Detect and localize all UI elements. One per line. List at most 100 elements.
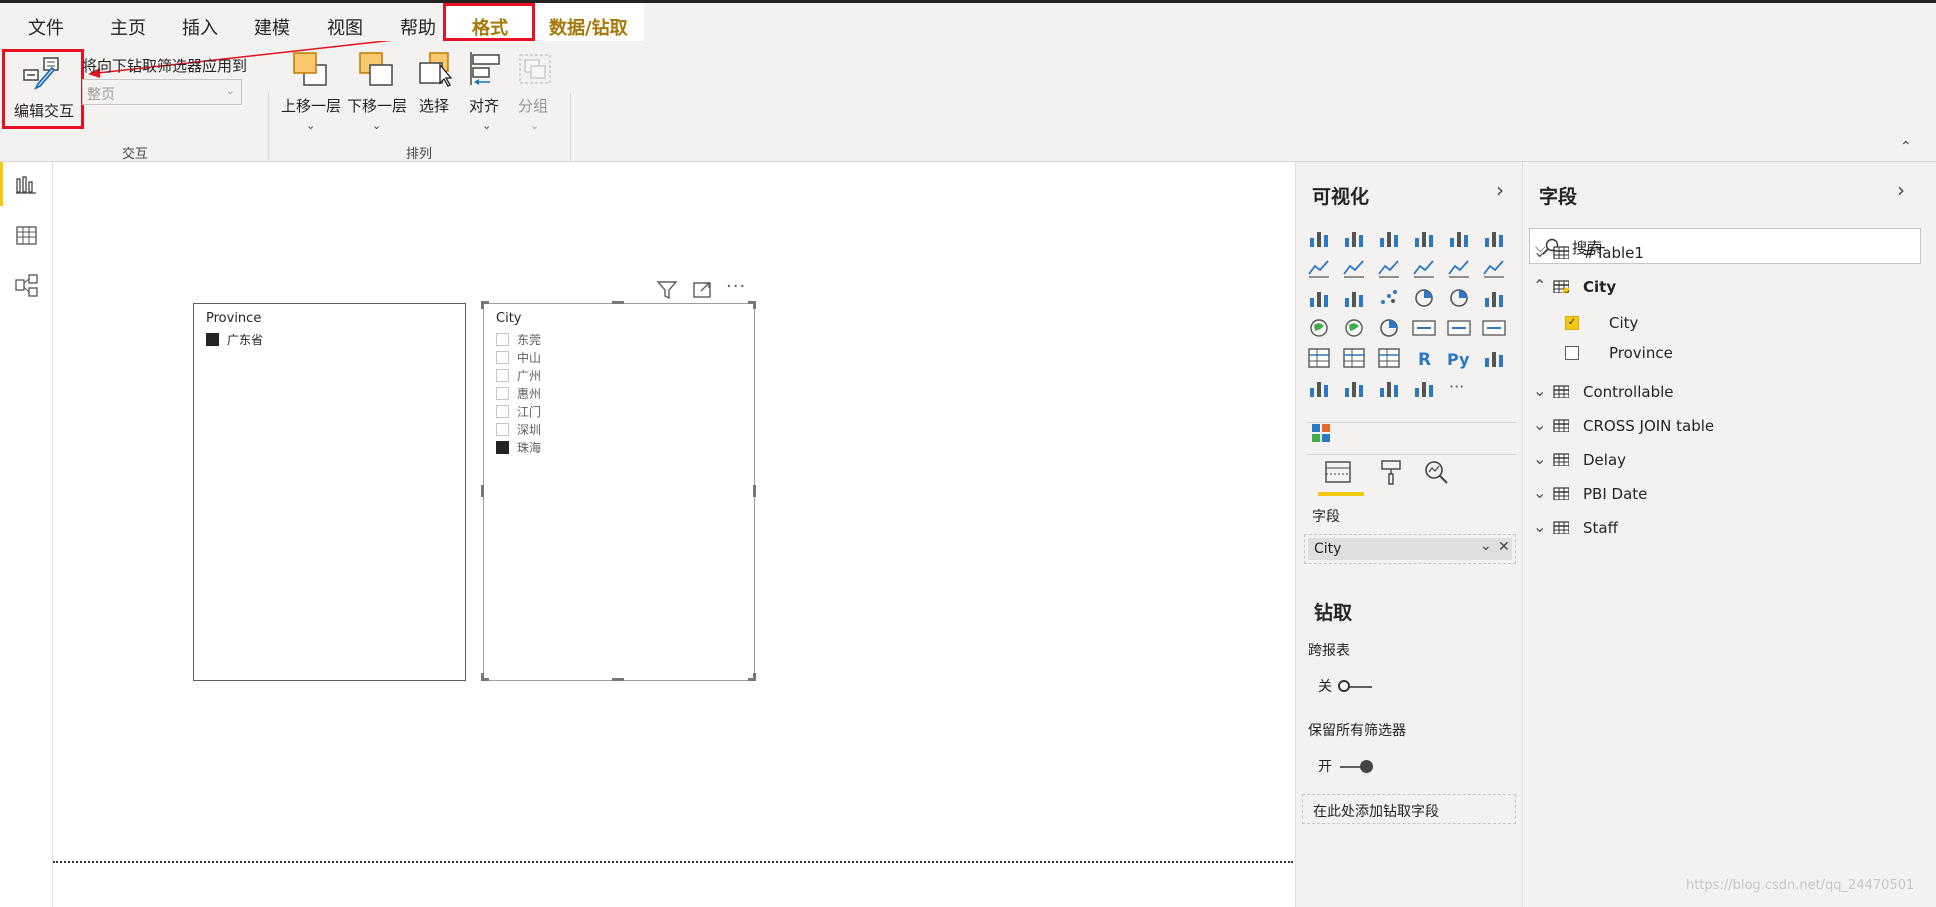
line-column-icon[interactable]	[1411, 256, 1437, 280]
field-item[interactable]: ✓ City	[1523, 312, 1933, 336]
resize-handle[interactable]	[612, 301, 624, 304]
gauge-icon[interactable]	[1376, 316, 1402, 340]
line-chart-icon[interactable]	[1306, 256, 1332, 280]
resize-handle[interactable]	[753, 485, 756, 497]
python-visual-icon[interactable]: Py	[1446, 346, 1472, 370]
keep-filters-toggle[interactable]	[1338, 760, 1374, 774]
slicer-item[interactable]: 珠海	[496, 439, 541, 456]
decomposition-tree-icon[interactable]	[1306, 376, 1332, 400]
slicer-item[interactable]: 深圳	[496, 421, 541, 438]
cross-report-toggle[interactable]	[1338, 680, 1374, 694]
slicer-item[interactable]: 广东省	[206, 331, 263, 348]
chevron-down-icon[interactable]: ⌄	[1533, 517, 1546, 536]
100-bar-icon[interactable]	[1446, 226, 1472, 250]
analytics-magnifier-icon[interactable]	[1422, 458, 1450, 486]
card-icon[interactable]	[1411, 316, 1437, 340]
qa-icon[interactable]	[1341, 376, 1367, 400]
chevron-right-icon[interactable]: ›	[1496, 178, 1504, 202]
format-paint-roller-icon[interactable]	[1378, 458, 1404, 486]
more-options-icon[interactable]: ···	[726, 276, 746, 297]
pie-icon[interactable]	[1411, 286, 1437, 310]
checkbox[interactable]	[1565, 346, 1579, 360]
checkbox[interactable]	[496, 333, 509, 346]
slicer-item[interactable]: 惠州	[496, 385, 541, 402]
model-view-icon[interactable]	[15, 274, 39, 298]
province-slicer[interactable]: Province 广东省	[193, 303, 466, 681]
checkbox[interactable]	[496, 387, 509, 400]
apply-drill-dropdown[interactable]: 整页 ⌄	[82, 79, 242, 105]
stacked-column-icon[interactable]	[1341, 226, 1367, 250]
checkbox[interactable]	[496, 351, 509, 364]
checkbox[interactable]	[496, 405, 509, 418]
drill-field-well[interactable]: 在此处添加钻取字段	[1302, 794, 1516, 824]
slicer-item[interactable]: 东莞	[496, 331, 541, 348]
checkbox[interactable]: ✓	[1565, 316, 1579, 330]
clustered-bar-icon[interactable]	[1376, 226, 1402, 250]
select-button[interactable]: 选择	[414, 49, 456, 135]
more-visuals-icon[interactable]: ···	[1446, 376, 1472, 400]
custom-visual-icon[interactable]	[1310, 422, 1332, 444]
filled-map-icon[interactable]	[1341, 316, 1367, 340]
checkbox[interactable]	[496, 369, 509, 382]
field-pill[interactable]: City ⌄ ✕	[1308, 538, 1512, 560]
funnel-icon[interactable]	[1341, 286, 1367, 310]
stacked-area-icon[interactable]	[1376, 256, 1402, 280]
resize-handle[interactable]	[481, 301, 484, 309]
donut-icon[interactable]	[1446, 286, 1472, 310]
close-icon[interactable]: ✕	[1498, 539, 1510, 555]
field-item[interactable]: Province	[1523, 342, 1933, 366]
menu-modeling[interactable]: 建模	[254, 14, 290, 40]
table-icon[interactable]	[1341, 346, 1367, 370]
filter-icon[interactable]	[656, 280, 678, 300]
chevron-down-icon[interactable]: ⌄	[1533, 415, 1546, 434]
focus-mode-icon[interactable]	[692, 280, 714, 300]
menu-view[interactable]: 视图	[327, 14, 363, 40]
city-slicer[interactable]: City 东莞 中山 广州 惠州 江门 深圳 珠海	[483, 303, 755, 681]
resize-handle[interactable]	[753, 673, 756, 681]
checkbox[interactable]	[496, 423, 509, 436]
waterfall-icon[interactable]	[1306, 286, 1332, 310]
fields-table-city[interactable]: ⌃ City	[1523, 276, 1933, 300]
report-view-icon[interactable]	[16, 176, 38, 194]
scatter-icon[interactable]	[1376, 286, 1402, 310]
slicer-item[interactable]: 广州	[496, 367, 541, 384]
fields-table-staff[interactable]: ⌄ Staff	[1523, 517, 1933, 541]
chevron-down-icon[interactable]: ⌄	[1533, 242, 1546, 261]
map-icon[interactable]	[1306, 316, 1332, 340]
fields-table-delay[interactable]: ⌄ Delay	[1523, 449, 1933, 473]
field-well[interactable]: City ⌄ ✕	[1304, 534, 1516, 564]
group-button[interactable]: 分组 ⌄	[514, 49, 556, 135]
chevron-up-icon[interactable]: ⌃	[1533, 276, 1546, 295]
key-influencers-icon[interactable]	[1481, 346, 1507, 370]
ribbon-chart-icon[interactable]	[1481, 256, 1507, 280]
align-button[interactable]: 对齐 ⌄	[466, 49, 508, 135]
line-clustered-icon[interactable]	[1446, 256, 1472, 280]
area-chart-icon[interactable]	[1341, 256, 1367, 280]
100-column-icon[interactable]	[1481, 226, 1507, 250]
treemap-icon[interactable]	[1481, 286, 1507, 310]
checkbox[interactable]	[206, 333, 219, 346]
bring-forward-button[interactable]: 上移一层 ⌄	[280, 49, 342, 135]
chevron-right-icon[interactable]: ›	[1897, 178, 1905, 202]
chevron-down-icon[interactable]: ⌄	[1533, 483, 1546, 502]
fields-table-1[interactable]: ⌄ #Table1	[1523, 242, 1933, 266]
menu-data-drill[interactable]: 数据/钻取	[549, 14, 628, 40]
clustered-column-icon[interactable]	[1411, 226, 1437, 250]
power-apps-icon[interactable]	[1411, 376, 1437, 400]
resize-handle[interactable]	[753, 301, 756, 309]
resize-handle[interactable]	[481, 673, 484, 681]
data-view-icon[interactable]	[16, 226, 38, 246]
matrix-icon[interactable]	[1376, 346, 1402, 370]
resize-handle[interactable]	[481, 485, 484, 497]
checkbox[interactable]	[496, 441, 509, 454]
fields-table-pbi-date[interactable]: ⌄ PBI Date	[1523, 483, 1933, 507]
fields-tab-icon[interactable]	[1324, 460, 1354, 486]
resize-handle[interactable]	[612, 678, 624, 681]
chevron-down-icon[interactable]: ⌄	[1533, 381, 1546, 400]
multirow-card-icon[interactable]	[1446, 316, 1472, 340]
kpi-icon[interactable]	[1481, 316, 1507, 340]
r-visual-icon[interactable]: R	[1411, 346, 1437, 370]
slicer-icon[interactable]	[1306, 346, 1332, 370]
chevron-down-icon[interactable]: ⌄	[1533, 449, 1546, 468]
chevron-down-icon[interactable]: ⌄	[1480, 538, 1492, 554]
